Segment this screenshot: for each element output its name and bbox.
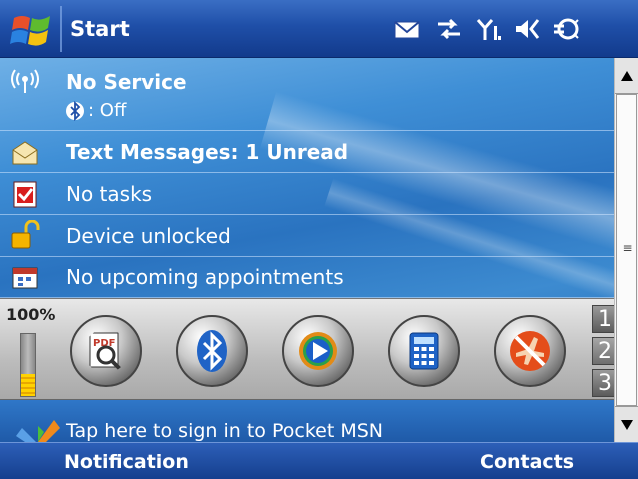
calculator-button[interactable] — [388, 315, 460, 387]
bluetooth-icon — [197, 330, 227, 372]
airplane-off-icon — [510, 331, 550, 371]
play-icon — [299, 332, 337, 370]
bluetooth-button[interactable] — [176, 315, 248, 387]
triangle-up-icon — [621, 71, 633, 81]
battery-percentage: 100% — [6, 305, 56, 324]
wireless-broadcast-icon — [11, 69, 39, 93]
title-separator — [60, 6, 62, 52]
bluetooth-icon — [66, 101, 84, 121]
battery-meter — [20, 333, 36, 397]
service-status-label: No Service — [66, 70, 187, 94]
scroll-up-button[interactable] — [615, 58, 638, 94]
softkey-bar: Notification Contacts — [0, 442, 638, 479]
app-launcher: 100% PDF 1 2 3 — [0, 298, 618, 400]
tasks-label: No tasks — [66, 182, 153, 206]
device-screen: Start No Service: Off Text Messages: 1 … — [0, 0, 638, 479]
right-softkey[interactable]: Contacts — [480, 451, 574, 473]
msn-signin-strip[interactable]: Tap here to sign in to Pocket MSN — [0, 400, 614, 442]
left-softkey[interactable]: Notification — [64, 451, 189, 473]
page-title[interactable]: Start — [70, 17, 130, 41]
flight-mode-button[interactable] — [494, 315, 566, 387]
power-plug-icon[interactable] — [552, 16, 582, 42]
today-item-calendar[interactable]: No upcoming appointments — [0, 257, 614, 298]
windows-flag-icon[interactable] — [10, 10, 54, 50]
pdf-viewer-button[interactable]: PDF — [70, 315, 142, 387]
scroll-down-button[interactable] — [615, 406, 638, 442]
vertical-scrollbar[interactable]: ≡ — [614, 58, 638, 442]
task-checkbox-icon — [13, 181, 37, 208]
device-lock-label: Device unlocked — [66, 224, 231, 248]
bluetooth-status-label: : Off — [88, 100, 127, 121]
title-bar: Start — [0, 0, 638, 58]
scroll-thumb[interactable]: ≡ — [616, 94, 637, 406]
appointments-label: No upcoming appointments — [66, 265, 344, 289]
pdf-magnifier-icon: PDF — [89, 332, 124, 373]
calendar-icon — [12, 267, 38, 289]
envelope-icon — [12, 141, 38, 165]
msn-signin-label: Tap here to sign in to Pocket MSN — [66, 420, 383, 442]
padlock-open-icon — [11, 220, 40, 249]
triangle-down-icon — [621, 420, 633, 430]
speaker-volume-icon[interactable] — [512, 16, 542, 42]
calculator-icon — [409, 332, 439, 370]
grip-icon: ≡ — [622, 241, 633, 255]
media-player-button[interactable] — [282, 315, 354, 387]
msn-butterfly-icon — [16, 420, 60, 442]
connectivity-arrows-icon[interactable] — [434, 16, 464, 42]
message-envelope-icon[interactable] — [392, 16, 422, 42]
signal-antenna-icon[interactable] — [474, 16, 504, 42]
battery-fill — [21, 374, 35, 396]
